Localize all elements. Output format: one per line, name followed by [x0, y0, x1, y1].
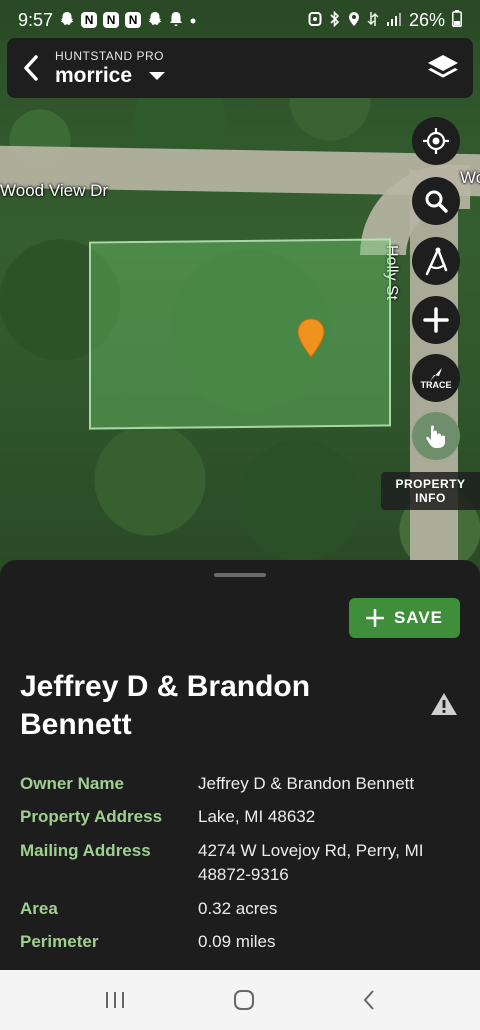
chevron-left-icon [24, 55, 38, 81]
street-label-wood-view: Wood View Dr [0, 181, 109, 200]
info-label: Perimeter [20, 932, 99, 951]
touch-mode-button[interactable] [412, 412, 460, 460]
brand-label: HUNTSTAND PRO [55, 48, 164, 63]
n-app-icon: N [103, 12, 120, 28]
info-value: Lake, MI 48632 [198, 807, 316, 826]
compass-measure-icon [425, 247, 448, 276]
layers-icon [428, 55, 458, 78]
snapchat-icon [59, 11, 75, 30]
info-label: Area [20, 899, 58, 918]
back-button[interactable] [7, 38, 55, 98]
parcel-boundary[interactable] [89, 238, 391, 430]
info-row-owner-name: Owner Name Jeffrey D & Brandon Bennett [20, 772, 460, 796]
data-icon [367, 10, 379, 31]
info-label: Owner Name [20, 774, 124, 793]
snapchat-icon [147, 11, 163, 30]
dot-icon [189, 12, 197, 28]
measure-button[interactable] [412, 237, 460, 285]
layers-button[interactable] [413, 38, 473, 98]
back-nav-icon[interactable] [361, 989, 377, 1011]
info-row-mailing-address: Mailing Address 4274 W Lovejoy Rd, Perry… [20, 839, 460, 887]
recent-apps-icon[interactable] [103, 990, 127, 1010]
info-row-property-address: Property Address Lake, MI 48632 [20, 805, 460, 829]
my-location-button[interactable] [412, 117, 460, 165]
drag-handle[interactable] [214, 573, 266, 577]
property-info-button[interactable]: PROPERTY INFO [381, 472, 480, 510]
location-pin-icon[interactable] [297, 318, 325, 358]
info-value: 0.09 miles [198, 932, 276, 951]
info-row-perimeter: Perimeter 0.09 miles [20, 930, 460, 954]
top-header: HUNTSTAND PRO morrice [7, 38, 473, 98]
status-bar: 9:57 N N N 26% [0, 0, 480, 40]
caret-down-icon [149, 71, 166, 80]
trace-button[interactable]: TRACE [412, 354, 460, 402]
system-nav-bar [0, 970, 480, 1030]
add-button[interactable] [412, 296, 460, 344]
signal-icon [386, 12, 402, 29]
plus-icon [423, 307, 449, 333]
street-label-partial: Wo [460, 168, 480, 187]
battery-percent: 26% [408, 9, 445, 30]
alarm-icon [308, 11, 322, 30]
touch-hand-icon [426, 425, 445, 448]
location-icon [348, 11, 360, 30]
plus-icon [365, 609, 384, 627]
info-value: 0.32 acres [198, 899, 278, 918]
owner-title: Jeffrey D & Brandon Bennett [20, 670, 311, 741]
save-button[interactable]: SAVE [349, 598, 460, 638]
warning-icon[interactable] [430, 692, 458, 716]
info-value: 4274 W Lovejoy Rd, Perry, MI 48872-9316 [198, 841, 424, 884]
trace-label: TRACE [420, 380, 452, 390]
crosshair-icon [423, 128, 449, 154]
battery-icon [452, 10, 462, 30]
info-row-area: Area 0.32 acres [20, 897, 460, 921]
info-label: Property Address [20, 807, 163, 826]
n-app-icon: N [81, 12, 98, 28]
property-sheet: SAVE Jeffrey D & Brandon Bennett Owner N… [0, 560, 480, 970]
hunt-area-name: morrice [55, 63, 133, 87]
status-time: 9:57 [18, 9, 54, 30]
search-button[interactable] [412, 177, 460, 225]
search-icon [425, 190, 448, 213]
bluetooth-icon [329, 10, 341, 30]
info-label: Mailing Address [20, 841, 151, 860]
save-label: SAVE [393, 608, 444, 627]
bell-icon [169, 11, 183, 30]
hunt-area-selector[interactable]: morrice [55, 64, 166, 88]
n-app-icon: N [125, 12, 142, 28]
info-value: Jeffrey D & Brandon Bennett [198, 774, 415, 793]
home-icon[interactable] [232, 988, 256, 1012]
